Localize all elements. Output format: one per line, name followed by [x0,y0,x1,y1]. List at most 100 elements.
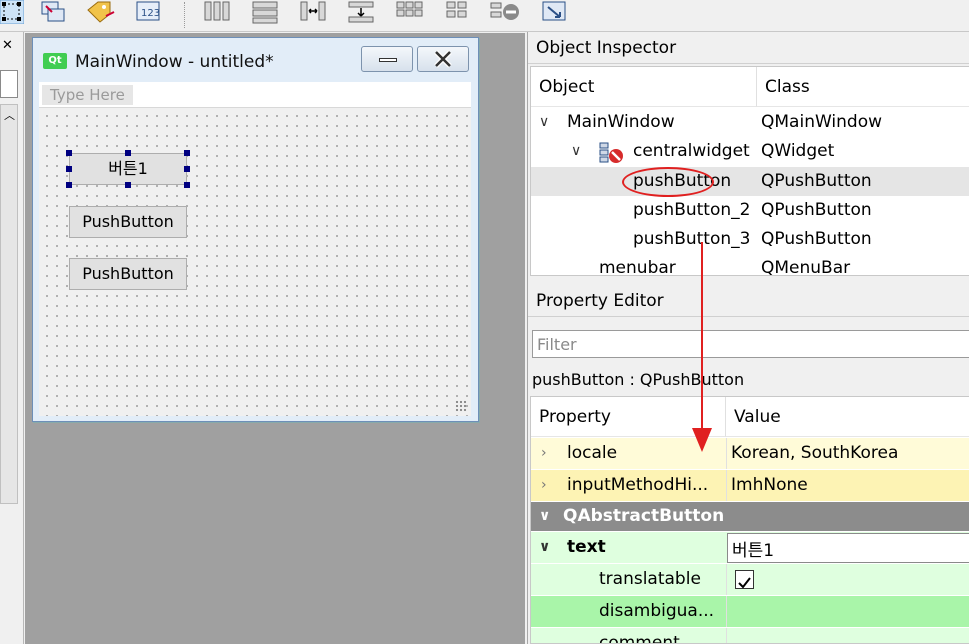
chevron-up-icon[interactable]: ︿ [4,107,15,123]
resize-grip-icon[interactable] [455,400,467,412]
layout-grid-icon[interactable] [394,0,424,24]
column-header-object[interactable]: Object [531,67,757,107]
menu-type-here[interactable]: Type Here [42,85,133,105]
broken-layout-icon [599,142,623,163]
minimize-icon [379,58,397,62]
tree-row-mainwindow[interactable]: ∨ MainWindow QMainWindow [531,108,969,137]
edit-buddies-icon[interactable] [84,0,118,24]
form-editor-area: Qt MainWindow - untitled* Type Here 버튼1 [25,33,525,644]
selection-handle[interactable] [66,166,72,172]
break-layout-icon[interactable] [488,0,522,24]
property-editor-title: Property Editor [528,285,969,317]
property-value-cell[interactable] [726,628,969,643]
chevron-down-icon[interactable]: ∨ [539,532,550,563]
central-widget-canvas[interactable]: 버튼1 PushButton PushButton [39,108,471,416]
chevron-down-icon[interactable]: ∨ [539,108,549,137]
designer-toolbar: 123 [0,0,969,32]
property-editor-table[interactable]: Property Value › locale Korean, SouthKor… [530,396,969,644]
object-class: QPushButton [761,229,872,249]
object-inspector-tree[interactable]: Object Class ∨ MainWindow QMainWindow ∨ … [530,66,969,276]
edit-tab-order-icon[interactable]: 123 [134,0,164,24]
object-name: MainWindow [567,112,675,132]
property-row-translatable[interactable]: translatable [531,564,969,596]
text-value-input[interactable] [727,533,969,563]
widget-box-filter-edge[interactable] [0,70,18,98]
property-row-inputmethodhints[interactable]: › inputMethodHi... ImhNone [531,470,969,502]
property-section-name: QAbstractButton [563,506,725,526]
selection-handle[interactable] [125,150,131,156]
selection-handle[interactable] [184,150,190,156]
arrow-down-annotation-icon [692,242,712,452]
close-icon [434,50,452,68]
tree-row-menubar[interactable]: menubar QMenuBar [531,254,969,276]
object-class: QMenuBar [761,258,851,276]
chevron-down-icon[interactable]: ∨ [571,137,581,166]
window-title: MainWindow - untitled* [75,52,274,72]
widget-box-scrollbar[interactable]: ︿ [0,104,18,504]
object-name: menubar [599,258,676,276]
column-header-value[interactable]: Value [726,397,969,437]
close-icon[interactable]: ✕ [2,38,13,53]
object-class: QWidget [761,141,835,161]
right-dock-panel: Object Inspector Object Class ∨ MainWind… [527,32,969,644]
svg-text:123: 123 [141,8,160,19]
property-value-cell[interactable] [726,564,969,595]
selection-handle[interactable] [184,166,190,172]
chevron-down-icon[interactable]: ∨ [539,502,550,531]
object-class: QPushButton [761,171,872,191]
object-name: pushButton_2 [633,200,751,220]
layout-vertical-icon[interactable] [250,0,280,24]
form-window[interactable]: Qt MainWindow - untitled* Type Here 버튼1 [32,37,479,422]
property-section-qabstractbutton[interactable]: ∨ QAbstractButton [531,502,969,532]
selection-handle[interactable] [184,182,190,188]
property-name: locale [567,443,618,463]
push-button-2[interactable]: PushButton [69,206,187,238]
layout-horizontal-icon[interactable] [202,0,232,24]
chevron-right-icon[interactable]: › [541,470,547,501]
property-name: inputMethodHi... [567,475,709,495]
layout-form-icon[interactable] [442,0,472,24]
column-header-class[interactable]: Class [757,67,969,107]
tree-row-pushbutton[interactable]: pushButton QPushButton [531,167,969,196]
property-row-comment[interactable]: comment [531,628,969,644]
tree-row-centralwidget[interactable]: ∨ centralwidget QWidget [531,137,969,166]
form-menubar[interactable]: Type Here [39,82,471,108]
property-row-disambiguation[interactable]: disambigua... [531,596,969,628]
property-value-cell[interactable] [726,596,969,627]
checkmark-icon [738,577,751,589]
tree-row-pushbutton-2[interactable]: pushButton_2 QPushButton [531,196,969,225]
form-title-bar[interactable]: Qt MainWindow - untitled* [33,38,478,76]
highlight-ellipse-annotation [622,167,714,197]
widget-box-dock-edge: ✕ ︿ [0,32,24,644]
close-window-button[interactable] [417,46,469,72]
object-class: QMainWindow [761,112,882,132]
push-button-1[interactable]: 버튼1 [69,153,187,185]
tree-row-pushbutton-3[interactable]: pushButton_3 QPushButton [531,225,969,254]
chevron-right-icon[interactable]: › [541,438,547,469]
edit-signals-icon[interactable] [38,0,68,24]
qt-logo-icon: Qt [43,53,67,69]
selection-handle[interactable] [66,150,72,156]
property-value: ImhNone [731,475,808,495]
selection-handle[interactable] [66,182,72,188]
object-inspector-title: Object Inspector [528,32,969,64]
property-filter-input[interactable] [532,330,969,358]
property-name: translatable [599,569,701,589]
property-row-text[interactable]: ∨ text [531,532,969,564]
property-name: text [567,537,606,557]
push-button-3[interactable]: PushButton [69,258,187,290]
object-name: centralwidget [633,141,750,161]
adjust-size-icon[interactable] [540,0,570,24]
layout-horizontal-splitter-icon[interactable] [298,0,328,24]
property-value: Korean, SouthKorea [731,443,899,463]
translatable-checkbox[interactable] [735,570,754,589]
layout-vertical-splitter-icon[interactable] [346,0,376,24]
object-class: QPushButton [761,200,872,220]
selection-handle[interactable] [125,182,131,188]
property-name: disambigua... [599,601,715,621]
property-row-locale[interactable]: › locale Korean, SouthKorea [531,438,969,470]
toolbar-separator [184,2,185,28]
minimize-button[interactable] [361,46,413,72]
edit-widgets-icon[interactable] [0,0,24,24]
property-name: comment [599,633,680,644]
